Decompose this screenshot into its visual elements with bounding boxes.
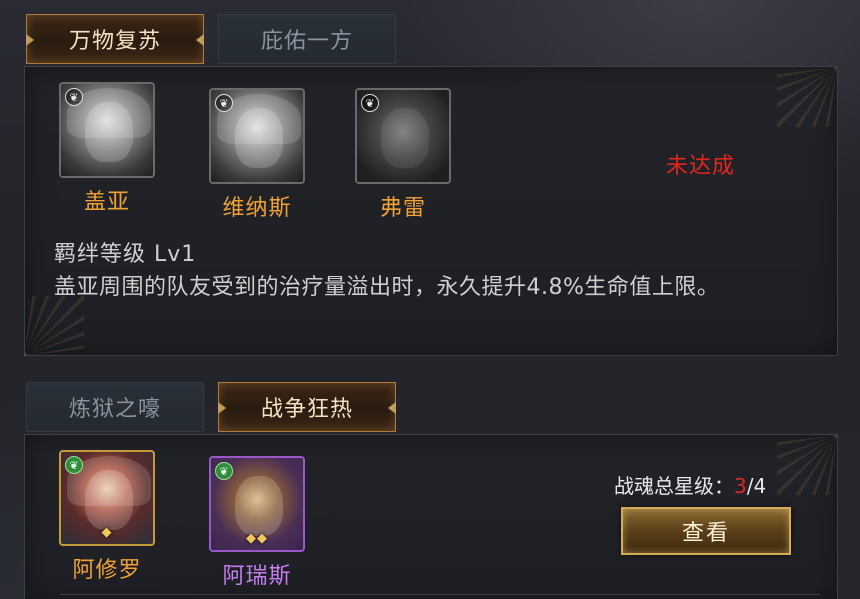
portrait-face — [235, 476, 283, 536]
tab-biyou-yifang[interactable]: 庇佑一方 — [218, 14, 396, 64]
hero-name: 阿瑞斯 — [222, 564, 292, 589]
hero-card-asura[interactable]: ❦ ◆ 阿修罗 — [54, 450, 160, 584]
star-rank-icons: ◆ — [101, 525, 113, 540]
soul-star-total: 战魂总星级：3/4 — [614, 470, 766, 499]
hero-name: 阿修罗 — [72, 558, 142, 583]
hero-card-venus[interactable]: ❦ 维纳斯 — [204, 88, 310, 222]
hero-card-gaia[interactable]: ❦ 盖亚 — [54, 82, 160, 216]
portrait-face — [85, 102, 133, 162]
leaf-element-icon: ❦ — [65, 88, 83, 106]
leaf-element-icon: ❦ — [361, 94, 379, 112]
divider — [60, 594, 820, 595]
leaf-element-icon: ❦ — [215, 94, 233, 112]
corner-ornament — [24, 296, 84, 356]
bond-status-text: 未达成 — [666, 154, 736, 179]
hero-name: 维纳斯 — [222, 196, 292, 221]
hero-card-frey[interactable]: ❦ 弗雷 — [350, 88, 456, 222]
view-button[interactable]: 查看 — [621, 507, 791, 555]
hero-portrait[interactable]: ❦ — [59, 82, 155, 178]
tab-label: 炼狱之嚎 — [68, 397, 161, 422]
hero-portrait[interactable]: ❦ ◆◆ — [209, 456, 305, 552]
corner-ornament — [777, 67, 837, 127]
tab-lianyu-zhihao[interactable]: 炼狱之嚎 — [26, 382, 204, 432]
hero-portrait[interactable]: ❦ ◆ — [59, 450, 155, 546]
star-max: /4 — [746, 474, 767, 498]
hero-name: 盖亚 — [83, 190, 130, 215]
hero-portrait[interactable]: ❦ — [355, 88, 451, 184]
leaf-element-icon: ❦ — [215, 462, 233, 480]
tab-label: 庇佑一方 — [260, 29, 353, 54]
bond-description: 盖亚周围的队友受到的治疗量溢出时，永久提升4.8%生命值上限。 — [54, 275, 720, 300]
tab-notch-right — [388, 402, 396, 414]
tab-wanwu-fusu[interactable]: 万物复苏 — [26, 14, 204, 64]
tab-label: 战争狂热 — [260, 397, 353, 422]
corner-ornament — [777, 435, 837, 495]
hero-portrait[interactable]: ❦ — [209, 88, 305, 184]
portrait-face — [85, 470, 133, 530]
hero-name: 弗雷 — [379, 196, 426, 221]
portrait-face — [235, 108, 283, 168]
tab-notch-left — [26, 34, 34, 46]
tab-notch-left — [218, 402, 226, 414]
hero-card-ares[interactable]: ❦ ◆◆ 阿瑞斯 — [204, 456, 310, 590]
tab-zhanzheng-kuangre[interactable]: 战争狂热 — [218, 382, 396, 432]
portrait-face — [381, 108, 429, 168]
star-current: 3 — [734, 474, 747, 498]
bond-level: 羁绊等级 Lv1 — [54, 242, 197, 267]
star-total-label: 战魂总星级： — [614, 474, 734, 498]
tab-notch-right — [196, 34, 204, 46]
star-rank-icons: ◆◆ — [246, 531, 268, 546]
tab-label: 万物复苏 — [68, 29, 161, 54]
leaf-element-icon: ❦ — [65, 456, 83, 474]
